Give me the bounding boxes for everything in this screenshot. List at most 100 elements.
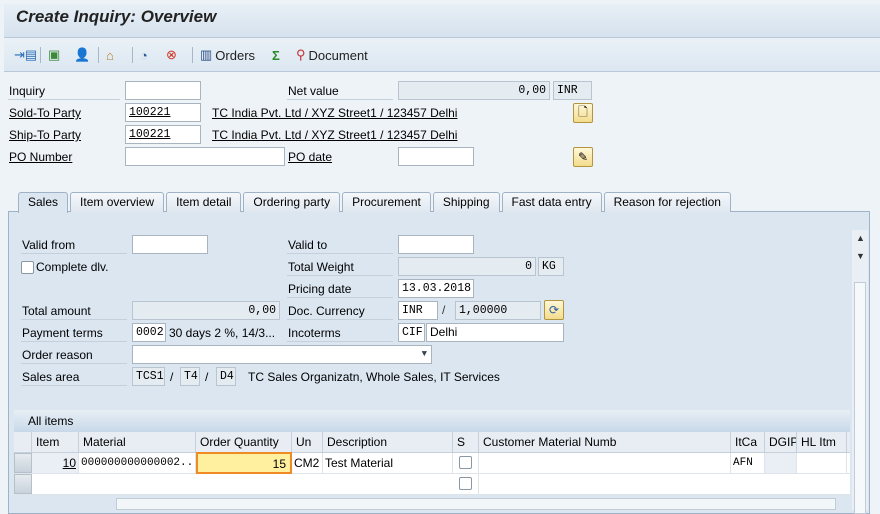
sold-to-field[interactable]: 100221 bbox=[125, 103, 201, 122]
total-amount-label: Total amount bbox=[21, 303, 127, 320]
header-details-icon[interactable]: ▣ bbox=[48, 46, 60, 64]
po-date-field[interactable] bbox=[398, 147, 474, 166]
pricing-date-field[interactable]: 13.03.2018 bbox=[398, 279, 474, 298]
order-reason-label: Order reason bbox=[21, 347, 127, 364]
table-row bbox=[14, 474, 850, 495]
order-reason-dropdown[interactable]: ▼ bbox=[132, 345, 432, 364]
doc-currency-label: Doc. Currency bbox=[287, 303, 393, 320]
description-cell[interactable]: Test Material bbox=[323, 453, 453, 473]
net-value-label: Net value bbox=[287, 83, 393, 100]
exchange-rate-field: 1,00000 bbox=[455, 301, 541, 320]
tab-item-detail[interactable]: Item detail bbox=[166, 192, 242, 212]
ship-to-description[interactable]: TC India Pvt. Ltd / XYZ Street1 / 123457… bbox=[212, 127, 457, 144]
sum-icon[interactable]: Σ bbox=[272, 46, 280, 64]
col-customer-material[interactable]: Customer Material Numb bbox=[479, 432, 731, 453]
display-doc-header-icon[interactable]: ⇥▤ bbox=[14, 46, 37, 64]
s-checkbox[interactable] bbox=[453, 453, 479, 473]
col-dgip[interactable]: DGIP bbox=[765, 432, 797, 453]
tab-ordering-party[interactable]: Ordering party bbox=[243, 192, 341, 212]
po-number-label[interactable]: PO Number bbox=[8, 149, 72, 166]
po-number-field[interactable] bbox=[125, 147, 285, 166]
sales-area-label: Sales area bbox=[21, 369, 127, 386]
net-value-field: 0,00 bbox=[398, 81, 550, 100]
new-document-icon[interactable]: 🗋 bbox=[573, 103, 593, 123]
availability-icon[interactable]: ◔ bbox=[140, 46, 148, 64]
orders-button[interactable]: ▥ Orders bbox=[200, 46, 255, 64]
hierarchy-icon[interactable]: ⌂ bbox=[106, 46, 114, 64]
net-currency-field: INR bbox=[553, 81, 592, 100]
row-selector[interactable] bbox=[14, 474, 32, 494]
separator: / bbox=[205, 370, 209, 384]
total-amount-field: 0,00 bbox=[132, 301, 280, 320]
total-weight-label: Total Weight bbox=[287, 259, 393, 276]
material-cell[interactable]: 000000000000002... bbox=[79, 453, 196, 473]
dist-channel-field: T4 bbox=[180, 367, 200, 386]
cancel-icon[interactable]: ⊗ bbox=[166, 46, 177, 64]
valid-from-label: Valid from bbox=[21, 237, 127, 254]
tab-shipping[interactable]: Shipping bbox=[432, 192, 500, 212]
orders-icon: ▥ bbox=[200, 47, 213, 62]
sales-area-description: TC Sales Organizatn, Whole Sales, IT Ser… bbox=[248, 370, 500, 384]
col-item[interactable]: Item bbox=[32, 432, 79, 453]
complete-dlv-checkbox[interactable]: Complete dlv. bbox=[21, 259, 108, 276]
page-title: Create Inquiry: Overview bbox=[16, 7, 217, 26]
incoterms-place-field[interactable]: Delhi bbox=[426, 323, 564, 342]
table-header: Item Material Order Quantity Un Descript… bbox=[14, 432, 850, 453]
col-order-quantity[interactable]: Order Quantity bbox=[196, 432, 292, 453]
select-all[interactable] bbox=[14, 432, 32, 453]
tab-procurement[interactable]: Procurement bbox=[342, 192, 431, 212]
col-description[interactable]: Description bbox=[323, 432, 453, 453]
sold-to-description[interactable]: TC India Pvt. Ltd / XYZ Street1 / 123457… bbox=[212, 105, 457, 122]
tab-item-overview[interactable]: Item overview bbox=[70, 192, 165, 212]
sales-org-field: TCS1 bbox=[132, 367, 165, 386]
refresh-icon[interactable]: ⟳ bbox=[544, 300, 564, 320]
unit-cell[interactable]: CM2 bbox=[292, 453, 323, 473]
toolbar: ⇥▤ ▣ 👤 ⌂ ◔ ⊗ ▥ Orders Σ ⚲ Document bbox=[4, 38, 880, 72]
table-horizontal-scrollbar[interactable] bbox=[116, 498, 836, 510]
sold-to-label[interactable]: Sold-To Party bbox=[8, 105, 81, 122]
incoterms-label: Incoterms bbox=[287, 325, 393, 342]
scroll-down-icon[interactable]: ▼ bbox=[856, 251, 865, 261]
tab-strip: Sales Item overview Item detail Ordering… bbox=[18, 192, 733, 213]
col-hl-item[interactable]: HL Itm bbox=[797, 432, 847, 453]
inquiry-label: Inquiry bbox=[8, 83, 120, 100]
itca-cell[interactable]: AFN bbox=[731, 453, 765, 473]
valid-from-field[interactable] bbox=[132, 235, 208, 254]
order-quantity-input[interactable]: 15 bbox=[196, 452, 292, 474]
payment-terms-description: 30 days 2 %, 14/3... bbox=[169, 326, 276, 340]
payment-terms-field[interactable]: 0002 bbox=[132, 323, 166, 342]
po-document-icon[interactable]: ✎ bbox=[573, 147, 593, 167]
scroll-up-icon[interactable]: ▲ bbox=[856, 233, 865, 243]
vertical-scrollbar[interactable]: ▲ ▼ bbox=[852, 230, 868, 514]
col-unit[interactable]: Un bbox=[292, 432, 323, 453]
business-partner-icon[interactable]: 👤 bbox=[74, 46, 90, 64]
ship-to-field[interactable]: 100221 bbox=[125, 125, 201, 144]
incoterms-field[interactable]: CIF bbox=[398, 323, 425, 342]
tab-reason-for-rejection[interactable]: Reason for rejection bbox=[603, 192, 731, 212]
col-material[interactable]: Material bbox=[79, 432, 196, 453]
row-selector[interactable] bbox=[14, 453, 32, 473]
col-itca[interactable]: ItCa bbox=[731, 432, 765, 453]
doc-currency-field[interactable]: INR bbox=[398, 301, 438, 320]
item-number[interactable]: 10 bbox=[32, 453, 79, 473]
document-button[interactable]: ⚲ Document bbox=[296, 46, 368, 64]
valid-to-label: Valid to bbox=[287, 237, 393, 254]
separator: / bbox=[170, 370, 174, 384]
table-row: 10 000000000000002... 15 CM2 Test Materi… bbox=[14, 452, 850, 474]
payment-terms-label: Payment terms bbox=[21, 325, 127, 342]
division-field: D4 bbox=[216, 367, 236, 386]
col-s[interactable]: S bbox=[453, 432, 479, 453]
scroll-thumb[interactable] bbox=[854, 282, 866, 514]
items-table-title: All items bbox=[14, 410, 850, 432]
valid-to-field[interactable] bbox=[398, 235, 474, 254]
inquiry-field[interactable] bbox=[125, 81, 201, 100]
chevron-down-icon: ▼ bbox=[421, 349, 427, 359]
ship-to-label[interactable]: Ship-To Party bbox=[8, 127, 81, 144]
tab-fast-data-entry[interactable]: Fast data entry bbox=[501, 192, 602, 212]
separator: / bbox=[442, 303, 446, 317]
tab-sales[interactable]: Sales bbox=[18, 192, 69, 213]
customer-material-cell[interactable] bbox=[479, 453, 731, 473]
total-weight-field: 0 bbox=[398, 257, 536, 276]
po-date-label[interactable]: PO date bbox=[287, 149, 332, 166]
s-checkbox[interactable] bbox=[453, 474, 479, 494]
